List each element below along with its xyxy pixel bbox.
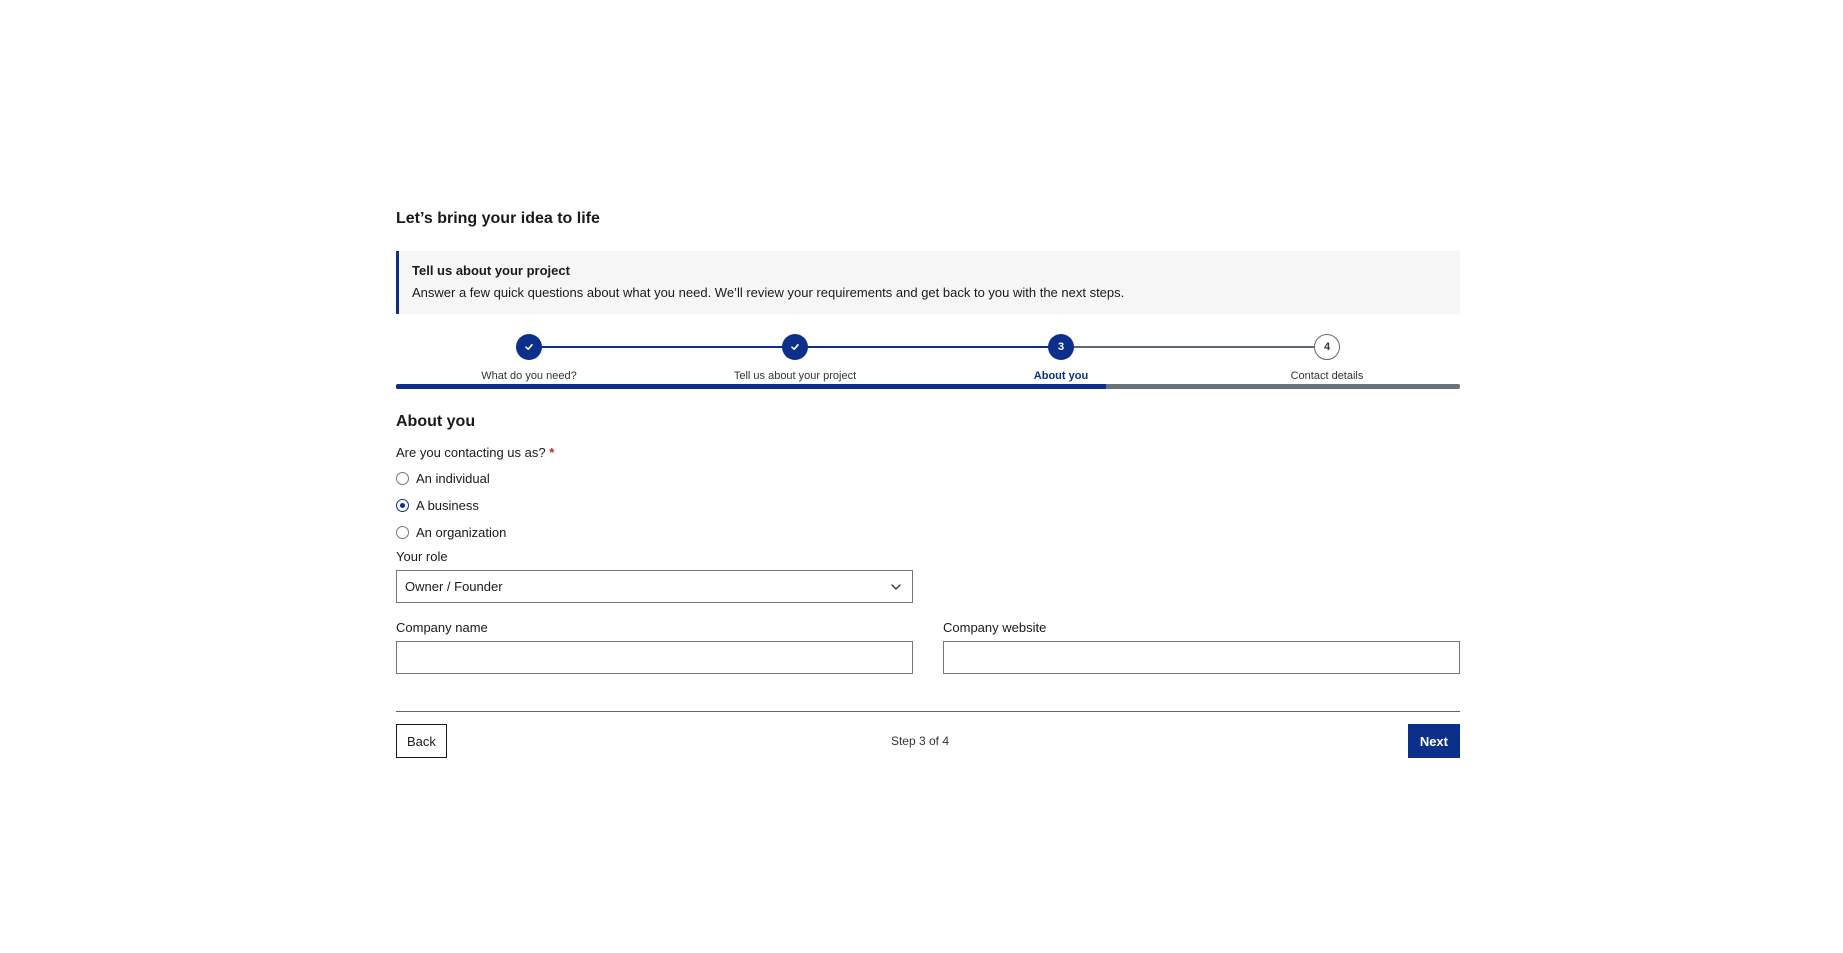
- radio-option-business[interactable]: A business: [396, 492, 1460, 519]
- radio-business-label[interactable]: A business: [416, 498, 479, 513]
- radio-business[interactable]: [396, 499, 409, 512]
- step-2-label: Tell us about your project: [733, 370, 857, 382]
- contact-type-question: Are you contacting us as? *: [396, 443, 1460, 463]
- company-fields-row: Company name Company website: [396, 618, 1460, 674]
- step-3-circle: 3: [1048, 334, 1074, 360]
- check-icon: [525, 344, 533, 350]
- form-footer: Back Step 3 of 4 Next: [396, 724, 1460, 758]
- check-icon: [791, 344, 799, 350]
- back-button[interactable]: Back: [396, 724, 447, 758]
- next-button[interactable]: Next: [1407, 724, 1460, 758]
- chevron-down-icon: [890, 581, 902, 593]
- step-4-label: Contact details: [1290, 370, 1364, 382]
- company-name-group: Company name: [396, 618, 913, 674]
- progress-bar-fill: [396, 384, 1106, 389]
- step-2-circle: [782, 334, 808, 360]
- contact-type-radio-group: An individual A business An organization: [396, 465, 1460, 546]
- step-what-do-you-need[interactable]: What do you need?: [396, 334, 662, 383]
- company-website-group: Company website: [943, 618, 1460, 674]
- step-3-label: About you: [1033, 370, 1089, 382]
- role-select-value: Owner / Founder: [405, 579, 503, 594]
- project-form: Let’s bring your idea to life Tell us ab…: [396, 204, 1460, 758]
- step-tell-us-about-project[interactable]: Tell us about your project: [662, 334, 928, 383]
- radio-option-organization[interactable]: An organization: [396, 519, 1460, 546]
- role-label: Your role: [396, 549, 448, 564]
- radio-organization-label[interactable]: An organization: [416, 525, 506, 540]
- company-name-label: Company name: [396, 620, 488, 635]
- step-1-label: What do you need?: [481, 370, 577, 382]
- notice-text: Answer a few quick questions about what …: [412, 285, 1125, 300]
- section-title: About you: [396, 413, 476, 430]
- step-counter: Step 3 of 4: [890, 734, 950, 748]
- company-name-input[interactable]: [396, 641, 913, 674]
- page: Let’s bring your idea to life Tell us ab…: [0, 0, 1843, 953]
- step-1-circle: [516, 334, 542, 360]
- question-label: Are you contacting us as?: [396, 445, 546, 460]
- footer-divider: [396, 711, 1460, 712]
- required-marker: *: [549, 445, 555, 460]
- radio-option-individual[interactable]: An individual: [396, 465, 1460, 492]
- step-about-you: 3 About you: [928, 334, 1194, 383]
- role-select[interactable]: Owner / Founder: [396, 570, 913, 603]
- radio-individual[interactable]: [396, 472, 409, 485]
- radio-individual-label[interactable]: An individual: [416, 471, 490, 486]
- step-contact-details: 4 Contact details: [1194, 334, 1460, 383]
- company-website-label: Company website: [943, 620, 1047, 635]
- step-4-circle: 4: [1314, 334, 1340, 360]
- radio-organization[interactable]: [396, 526, 409, 539]
- stepper: What do you need? Tell us about your pro…: [396, 334, 1460, 383]
- company-website-input[interactable]: [943, 641, 1460, 674]
- progress-bar: [396, 384, 1460, 389]
- notice-title: Tell us about your project: [412, 263, 570, 278]
- page-title: Let’s bring your idea to life: [396, 210, 600, 227]
- info-notice: Tell us about your project Answer a few …: [396, 251, 1460, 314]
